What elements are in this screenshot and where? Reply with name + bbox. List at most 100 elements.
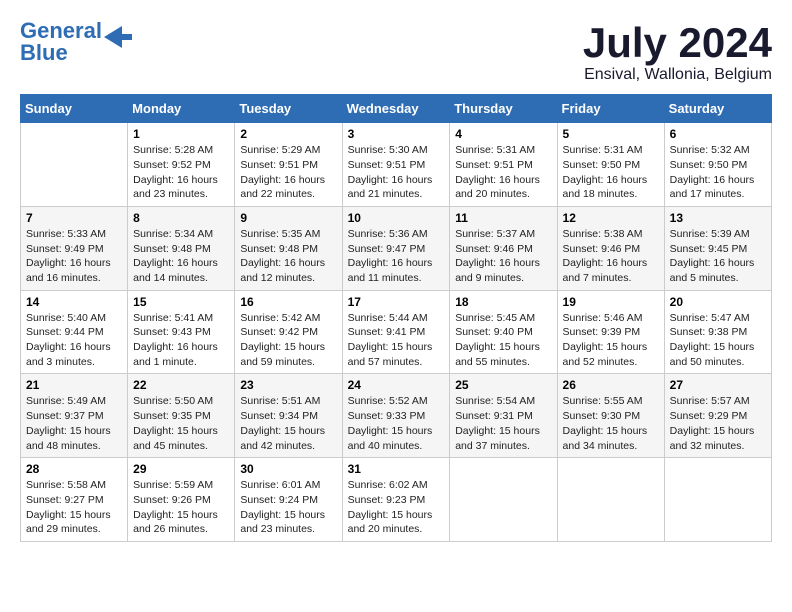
- calendar-week-row: 28Sunrise: 5:58 AM Sunset: 9:27 PM Dayli…: [21, 458, 772, 542]
- day-number: 19: [563, 295, 659, 309]
- calendar-cell: 14Sunrise: 5:40 AM Sunset: 9:44 PM Dayli…: [21, 290, 128, 374]
- logo-text: GeneralBlue: [20, 20, 102, 64]
- day-info: Sunrise: 5:44 AM Sunset: 9:41 PM Dayligh…: [348, 311, 445, 370]
- calendar-cell: 12 Sunrise: 5:38 AM Sunset: 9:46 PM Dayli…: [557, 206, 664, 290]
- day-header-sunday: Sunday: [21, 95, 128, 123]
- calendar-cell: 24 Sunrise: 5:52 AM Sunset: 9:33 PM Dayli…: [342, 374, 450, 458]
- day-number: 27: [670, 378, 766, 392]
- day-info: Sunrise: 5:46 AM Sunset: 9:39 PM Dayligh…: [563, 311, 659, 370]
- calendar-cell: 20 Sunrise: 5:47 AM Sunset: 9:38 PM Dayli…: [664, 290, 771, 374]
- day-number: 21: [26, 378, 122, 392]
- day-header-tuesday: Tuesday: [235, 95, 342, 123]
- calendar-cell: 10Sunrise: 5:36 AM Sunset: 9:47 PM Dayli…: [342, 206, 450, 290]
- calendar-cell: 27 Sunrise: 5:57 AM Sunset: 9:29 PM Dayli…: [664, 374, 771, 458]
- location-subtitle: Ensival, Wallonia, Belgium: [583, 66, 772, 84]
- day-info: Sunrise: 5:59 AM Sunset: 9:26 PM Dayligh…: [133, 478, 229, 537]
- calendar-cell: [450, 458, 557, 542]
- day-number: 30: [240, 462, 336, 476]
- day-info: Sunrise: 5:45 AM Sunset: 9:40 PM Dayligh…: [455, 311, 551, 370]
- calendar-table: SundayMondayTuesdayWednesdayThursdayFrid…: [20, 94, 772, 542]
- day-number: 3: [348, 127, 445, 141]
- day-number: 1: [133, 127, 229, 141]
- calendar-cell: 30Sunrise: 6:01 AM Sunset: 9:24 PM Dayli…: [235, 458, 342, 542]
- day-info: Sunrise: 5:42 AM Sunset: 9:42 PM Dayligh…: [240, 311, 336, 370]
- day-info: Sunrise: 5:31 AM Sunset: 9:50 PM Dayligh…: [563, 143, 659, 202]
- day-number: 23: [240, 378, 336, 392]
- day-info: Sunrise: 5:57 AM Sunset: 9:29 PM Dayligh…: [670, 394, 766, 453]
- day-number: 22: [133, 378, 229, 392]
- day-info: Sunrise: 5:31 AM Sunset: 9:51 PM Dayligh…: [455, 143, 551, 202]
- day-info: Sunrise: 5:41 AM Sunset: 9:43 PM Dayligh…: [133, 311, 229, 370]
- calendar-cell: 9 Sunrise: 5:35 AM Sunset: 9:48 PM Daylig…: [235, 206, 342, 290]
- day-number: 7: [26, 211, 122, 225]
- title-block: July 2024 Ensival, Wallonia, Belgium: [583, 20, 772, 84]
- day-info: Sunrise: 5:34 AM Sunset: 9:48 PM Dayligh…: [133, 227, 229, 286]
- day-number: 10: [348, 211, 445, 225]
- calendar-cell: 23 Sunrise: 5:51 AM Sunset: 9:34 PM Dayli…: [235, 374, 342, 458]
- calendar-week-row: 7 Sunrise: 5:33 AM Sunset: 9:49 PM Daylig…: [21, 206, 772, 290]
- calendar-week-row: 1 Sunrise: 5:28 AM Sunset: 9:52 PM Daylig…: [21, 123, 772, 207]
- calendar-cell: 22 Sunrise: 5:50 AM Sunset: 9:35 PM Dayli…: [128, 374, 235, 458]
- calendar-cell: 26Sunrise: 5:55 AM Sunset: 9:30 PM Dayli…: [557, 374, 664, 458]
- day-number: 16: [240, 295, 336, 309]
- calendar-cell: 21 Sunrise: 5:49 AM Sunset: 9:37 PM Dayli…: [21, 374, 128, 458]
- day-number: 13: [670, 211, 766, 225]
- day-info: Sunrise: 5:52 AM Sunset: 9:33 PM Dayligh…: [348, 394, 445, 453]
- day-info: Sunrise: 5:28 AM Sunset: 9:52 PM Dayligh…: [133, 143, 229, 202]
- calendar-cell: 15 Sunrise: 5:41 AM Sunset: 9:43 PM Dayli…: [128, 290, 235, 374]
- day-info: Sunrise: 5:32 AM Sunset: 9:50 PM Dayligh…: [670, 143, 766, 202]
- day-info: Sunrise: 5:39 AM Sunset: 9:45 PM Dayligh…: [670, 227, 766, 286]
- calendar-week-row: 21 Sunrise: 5:49 AM Sunset: 9:37 PM Dayli…: [21, 374, 772, 458]
- calendar-cell: 7 Sunrise: 5:33 AM Sunset: 9:49 PM Daylig…: [21, 206, 128, 290]
- day-info: Sunrise: 5:38 AM Sunset: 9:46 PM Dayligh…: [563, 227, 659, 286]
- day-info: Sunrise: 5:30 AM Sunset: 9:51 PM Dayligh…: [348, 143, 445, 202]
- calendar-week-row: 14Sunrise: 5:40 AM Sunset: 9:44 PM Dayli…: [21, 290, 772, 374]
- month-title: July 2024: [583, 20, 772, 66]
- day-header-saturday: Saturday: [664, 95, 771, 123]
- day-number: 2: [240, 127, 336, 141]
- day-info: Sunrise: 5:51 AM Sunset: 9:34 PM Dayligh…: [240, 394, 336, 453]
- calendar-cell: 18 Sunrise: 5:45 AM Sunset: 9:40 PM Dayli…: [450, 290, 557, 374]
- calendar-cell: 16 Sunrise: 5:42 AM Sunset: 9:42 PM Dayli…: [235, 290, 342, 374]
- day-info: Sunrise: 5:37 AM Sunset: 9:46 PM Dayligh…: [455, 227, 551, 286]
- day-info: Sunrise: 5:50 AM Sunset: 9:35 PM Dayligh…: [133, 394, 229, 453]
- logo: GeneralBlue: [20, 20, 132, 64]
- day-info: Sunrise: 5:29 AM Sunset: 9:51 PM Dayligh…: [240, 143, 336, 202]
- day-number: 15: [133, 295, 229, 309]
- logo-arrow-icon: [104, 26, 132, 48]
- calendar-cell: [557, 458, 664, 542]
- day-number: 6: [670, 127, 766, 141]
- calendar-cell: [21, 123, 128, 207]
- day-info: Sunrise: 5:47 AM Sunset: 9:38 PM Dayligh…: [670, 311, 766, 370]
- calendar-cell: 31Sunrise: 6:02 AM Sunset: 9:23 PM Dayli…: [342, 458, 450, 542]
- calendar-cell: 5Sunrise: 5:31 AM Sunset: 9:50 PM Daylig…: [557, 123, 664, 207]
- calendar-cell: 29 Sunrise: 5:59 AM Sunset: 9:26 PM Dayli…: [128, 458, 235, 542]
- day-header-friday: Friday: [557, 95, 664, 123]
- day-info: Sunrise: 5:49 AM Sunset: 9:37 PM Dayligh…: [26, 394, 122, 453]
- day-header-monday: Monday: [128, 95, 235, 123]
- day-number: 26: [563, 378, 659, 392]
- day-number: 24: [348, 378, 445, 392]
- day-info: Sunrise: 5:54 AM Sunset: 9:31 PM Dayligh…: [455, 394, 551, 453]
- day-number: 11: [455, 211, 551, 225]
- calendar-header-row: SundayMondayTuesdayWednesdayThursdayFrid…: [21, 95, 772, 123]
- calendar-cell: 25 Sunrise: 5:54 AM Sunset: 9:31 PM Dayli…: [450, 374, 557, 458]
- day-number: 17: [348, 295, 445, 309]
- day-number: 9: [240, 211, 336, 225]
- day-number: 12: [563, 211, 659, 225]
- calendar-cell: 11 Sunrise: 5:37 AM Sunset: 9:46 PM Dayli…: [450, 206, 557, 290]
- calendar-cell: 17 Sunrise: 5:44 AM Sunset: 9:41 PM Dayli…: [342, 290, 450, 374]
- calendar-cell: 19 Sunrise: 5:46 AM Sunset: 9:39 PM Dayli…: [557, 290, 664, 374]
- day-number: 29: [133, 462, 229, 476]
- day-number: 18: [455, 295, 551, 309]
- day-info: Sunrise: 5:33 AM Sunset: 9:49 PM Dayligh…: [26, 227, 122, 286]
- calendar-cell: 3 Sunrise: 5:30 AM Sunset: 9:51 PM Daylig…: [342, 123, 450, 207]
- day-header-wednesday: Wednesday: [342, 95, 450, 123]
- day-number: 20: [670, 295, 766, 309]
- day-header-thursday: Thursday: [450, 95, 557, 123]
- calendar-cell: 2 Sunrise: 5:29 AM Sunset: 9:51 PM Daylig…: [235, 123, 342, 207]
- calendar-cell: 6 Sunrise: 5:32 AM Sunset: 9:50 PM Daylig…: [664, 123, 771, 207]
- day-number: 14: [26, 295, 122, 309]
- day-info: Sunrise: 5:35 AM Sunset: 9:48 PM Dayligh…: [240, 227, 336, 286]
- day-number: 25: [455, 378, 551, 392]
